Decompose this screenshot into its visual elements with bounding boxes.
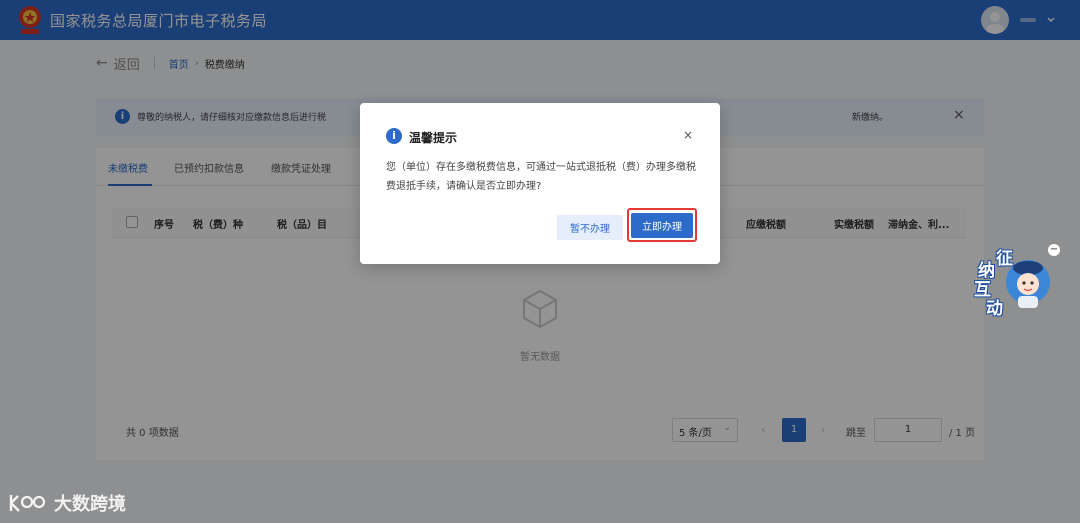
dialog-message: 您（单位）存在多缴税费信息，可通过一站式退抵税（费）办理多缴税费退抵手续，请确认… [386, 162, 696, 192]
interaction-widget[interactable]: 征 纳 互 动 − [966, 238, 1062, 320]
dialog-title: 温馨提示 [409, 131, 458, 145]
watermark-text: 大数跨境 [54, 494, 126, 515]
watermark: 大数跨境 [8, 490, 126, 516]
info-icon: i [386, 128, 402, 144]
widget-char-4: 动 [986, 299, 1003, 319]
confirm-button[interactable]: 立即办理 [631, 213, 693, 238]
dialog-close-icon[interactable]: × [683, 128, 693, 142]
watermark-logo-icon [9, 495, 46, 512]
widget-char-1: 征 [996, 249, 1013, 269]
widget-collapse-icon[interactable]: − [1048, 244, 1060, 256]
tip-dialog: i 温馨提示 × 您（单位）存在多缴税费信息，可通过一站式退抵税（费）办理多缴税… [360, 103, 720, 264]
cancel-button[interactable]: 暂不办理 [557, 215, 623, 240]
